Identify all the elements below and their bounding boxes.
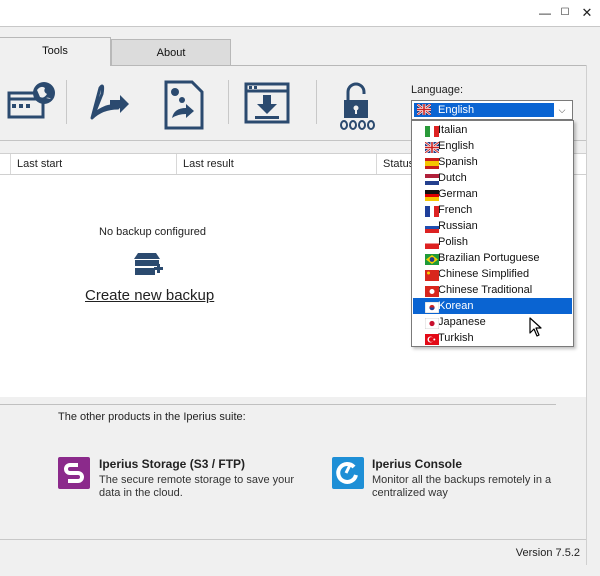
uk-flag-icon	[425, 142, 439, 153]
tab-about[interactable]: About	[111, 39, 231, 66]
iperius-storage-desc-line1: The secure remote storage to save your	[99, 474, 295, 486]
maximize-button[interactable]: ☐	[556, 4, 574, 22]
language-option-label: English	[438, 140, 475, 152]
language-option-russian[interactable]: Russian	[413, 218, 572, 234]
language-option-label: German	[438, 188, 478, 200]
language-option-chinese-traditional[interactable]: Chinese Traditional	[413, 282, 572, 298]
south-korea-flag-icon	[425, 302, 439, 313]
language-option-korean[interactable]: Korean	[413, 298, 572, 314]
pdf-export-icon[interactable]	[80, 78, 132, 130]
iperius-console-desc-line2: centralized way	[372, 487, 448, 499]
russia-flag-icon	[425, 222, 439, 233]
iperius-storage-desc-line2: data in the cloud.	[99, 487, 183, 499]
language-option-italian[interactable]: Italian	[413, 122, 572, 138]
language-option-spanish[interactable]: Spanish	[413, 154, 572, 170]
language-option-label: Turkish	[438, 332, 474, 344]
close-button[interactable]: ✕	[578, 4, 596, 22]
language-option-label: Chinese Traditional	[438, 284, 533, 296]
language-selected-label: English	[438, 104, 475, 116]
language-option-japanese[interactable]: Japanese	[413, 314, 572, 330]
tab-tools[interactable]: Tools	[0, 37, 111, 66]
hong-kong-flag-icon	[425, 286, 439, 297]
brazil-flag-icon	[425, 254, 439, 265]
language-option-turkish[interactable]: Turkish	[413, 330, 572, 346]
language-option-label: Spanish	[438, 156, 478, 168]
language-dropdown-list: Italian English Spanish Dutch German French Ru…	[411, 120, 574, 347]
download-window-icon[interactable]	[242, 78, 294, 130]
language-option-french[interactable]: French	[413, 202, 572, 218]
web-browser-icon[interactable]	[6, 78, 58, 130]
language-option-dutch[interactable]: Dutch	[413, 170, 572, 186]
language-option-brazilian-portuguese[interactable]: Brazilian Portuguese	[413, 250, 572, 266]
language-option-label: Polish	[438, 236, 468, 248]
language-option-label: Chinese Simplified	[438, 268, 530, 280]
germany-flag-icon	[425, 190, 439, 201]
language-option-chinese-simplified[interactable]: Chinese Simplified	[413, 266, 572, 282]
column-last-start[interactable]: Last start	[10, 154, 176, 174]
version-label: Version 7.5.2	[515, 547, 580, 559]
language-option-label: French	[438, 204, 473, 216]
create-backup-link[interactable]: Create new backup	[85, 287, 214, 304]
france-flag-icon	[425, 206, 439, 217]
language-option-label: Japanese	[438, 316, 486, 328]
turkey-flag-icon	[425, 334, 439, 345]
column-last-result[interactable]: Last result	[176, 154, 376, 174]
padlock-password-icon[interactable]	[332, 78, 384, 130]
chevron-down-icon[interactable]: ⌵	[555, 103, 569, 117]
uk-flag-icon	[417, 104, 431, 115]
language-option-label: Russian	[438, 220, 478, 232]
iperius-console-icon[interactable]	[332, 457, 364, 489]
spain-flag-icon	[425, 158, 439, 169]
netherlands-flag-icon	[425, 174, 439, 185]
china-flag-icon	[425, 270, 439, 281]
language-select[interactable]: English ⌵	[411, 100, 573, 120]
language-option-german[interactable]: German	[413, 186, 572, 202]
italy-flag-icon	[425, 126, 439, 137]
japan-flag-icon	[425, 318, 439, 329]
mouse-cursor-icon	[529, 317, 542, 337]
iperius-storage-icon[interactable]	[58, 457, 90, 489]
status-bar: Version 7.5.2	[0, 539, 586, 565]
file-settings-icon[interactable]	[158, 78, 210, 130]
language-option-label: Dutch	[438, 172, 467, 184]
language-selected-value: English	[414, 103, 554, 117]
toolbar-separator	[66, 80, 67, 124]
iperius-console-desc-line1: Monitor all the backups remotely in a	[372, 474, 552, 486]
toolbar-separator	[316, 80, 317, 124]
suite-panel: The other products in the Iperius suite:…	[0, 397, 586, 547]
language-option-label: Italian	[438, 124, 468, 136]
language-option-polish[interactable]: Polish	[413, 234, 572, 250]
iperius-storage-name[interactable]: Iperius Storage (S3 / FTP)	[99, 457, 245, 471]
language-option-label: Korean	[438, 300, 474, 312]
add-backup-icon[interactable]	[134, 251, 164, 277]
suite-title: The other products in the Iperius suite:	[58, 411, 246, 423]
language-option-label: Brazilian Portuguese	[438, 252, 540, 264]
title-bar: — ☐ ✕	[0, 0, 600, 26]
empty-state-text: No backup configured	[99, 226, 207, 238]
language-option-english[interactable]: English	[413, 138, 572, 154]
poland-flag-icon	[425, 238, 439, 249]
window-edge	[586, 65, 600, 565]
iperius-console-name[interactable]: Iperius Console	[372, 457, 462, 471]
divider	[0, 404, 556, 405]
minimize-button[interactable]: —	[536, 4, 554, 22]
language-label: Language:	[411, 84, 463, 96]
toolbar-separator	[228, 80, 229, 124]
